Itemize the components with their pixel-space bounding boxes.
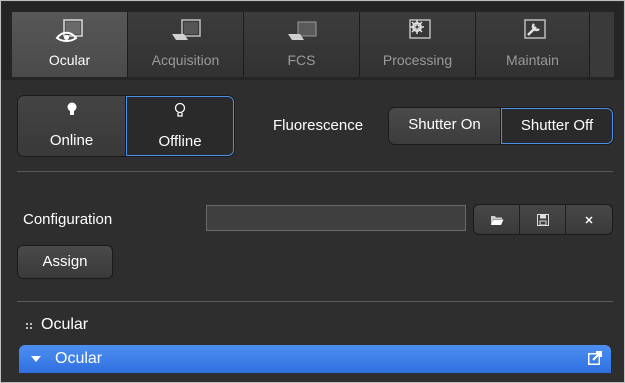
delete-configuration-button[interactable]: [566, 205, 612, 234]
acquisition-icon: [171, 19, 201, 40]
shutter-on-button[interactable]: Shutter On: [389, 108, 501, 144]
tab-maintain[interactable]: Maintain: [476, 12, 590, 77]
shutter-off-button[interactable]: Shutter Off: [501, 108, 613, 144]
tab-label: Maintain: [506, 52, 559, 68]
ocular-panel: Ocular Acquisition FCS Processing Mainta…: [0, 0, 625, 383]
popout-icon[interactable]: [587, 350, 603, 366]
tab-processing[interactable]: Processing: [360, 12, 476, 77]
tab-bar: Ocular Acquisition FCS Processing Mainta…: [2, 2, 623, 80]
configuration-input[interactable]: [206, 205, 466, 231]
maintain-icon: [523, 19, 546, 39]
online-label: Online: [49, 132, 94, 149]
offline-button[interactable]: Offline: [126, 96, 234, 156]
tab-bar-filler: [590, 12, 614, 77]
tab-label: FCS: [287, 52, 316, 68]
tab-label: Processing: [382, 52, 453, 68]
lightbulb-off-icon: [174, 102, 186, 117]
save-icon: [536, 213, 549, 226]
drag-grip-icon[interactable]: [25, 321, 35, 331]
mode-toggle-group: Online Offline: [17, 95, 235, 157]
tab-ocular[interactable]: Ocular: [12, 12, 128, 77]
configuration-buttons: [473, 204, 613, 235]
offline-label: Offline: [158, 133, 202, 150]
processing-icon: [408, 19, 431, 39]
lightbulb-on-icon: [67, 102, 76, 115]
tab-label: Acquisition: [151, 52, 220, 68]
chevron-down-icon: [31, 356, 41, 362]
open-folder-icon: [490, 215, 503, 225]
tab-fcs[interactable]: FCS: [244, 12, 360, 77]
section-divider: [17, 301, 613, 302]
expander-label: Ocular: [55, 350, 103, 367]
save-configuration-button[interactable]: [520, 205, 566, 234]
fluorescence-label: Fluorescence: [273, 117, 364, 134]
ocular-icon: [55, 19, 83, 42]
fcs-icon: [287, 21, 316, 40]
configuration-label: Configuration: [23, 211, 113, 228]
section-title: Ocular: [41, 316, 89, 333]
ocular-expander-header[interactable]: Ocular: [19, 345, 611, 373]
tab-acquisition[interactable]: Acquisition: [128, 12, 244, 77]
tab-label: Ocular: [48, 52, 91, 68]
open-configuration-button[interactable]: [474, 205, 520, 234]
assign-button[interactable]: Assign: [17, 245, 113, 279]
shutter-toggle-group: Shutter On Shutter Off: [388, 107, 614, 145]
online-button[interactable]: Online: [18, 96, 126, 156]
section-divider: [17, 171, 613, 172]
close-icon: [585, 215, 593, 224]
